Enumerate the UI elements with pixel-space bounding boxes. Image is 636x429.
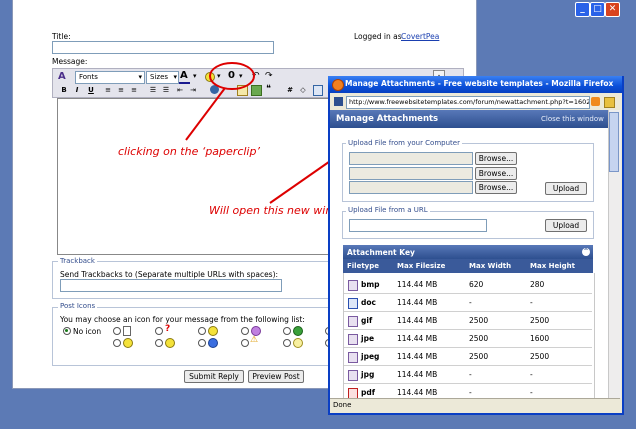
height-cell: - — [530, 298, 533, 307]
width-cell: 620 — [469, 280, 484, 289]
bookmark-icon[interactable] — [604, 97, 615, 108]
minimize-button[interactable]: _ — [575, 2, 590, 17]
width-cell: 2500 — [469, 334, 489, 343]
filesize-cell: 114.44 MB — [397, 388, 438, 397]
column-filetype: Filetype — [347, 262, 379, 270]
filesize-cell: 114.44 MB — [397, 316, 438, 325]
maximize-button[interactable]: □ — [590, 2, 605, 17]
filetype-cell: bmp — [361, 280, 380, 289]
file-input-1[interactable] — [349, 152, 473, 165]
filesize-cell: 114.44 MB — [397, 334, 438, 343]
height-cell: 1600 — [530, 334, 550, 343]
paperclip-arrow-line — [185, 87, 226, 141]
file-type-icon — [348, 316, 358, 327]
paperclip-annotation: clicking on the ‘paperclip’ — [118, 145, 260, 158]
browse-button-2[interactable]: Browse... — [475, 167, 517, 180]
filesize-cell: 114.44 MB — [397, 370, 438, 379]
collapse-icon[interactable]: ^ — [582, 248, 590, 256]
url-upload-input[interactable] — [349, 219, 487, 232]
width-cell: - — [469, 388, 472, 397]
column-max-height: Max Height — [530, 262, 575, 270]
file-type-icon — [348, 388, 358, 398]
popup-header-title: Manage Attachments — [336, 114, 439, 124]
rss-feed-icon[interactable] — [591, 97, 600, 106]
close-window-button[interactable]: ✕ — [605, 2, 620, 17]
filetype-cell: gif — [361, 316, 373, 325]
file-type-icon — [348, 298, 358, 309]
file-type-icon — [348, 352, 358, 363]
table-row: jpg 114.44 MB - - — [344, 366, 592, 384]
file-input-3[interactable] — [349, 181, 473, 194]
status-bar — [330, 398, 620, 412]
paperclip-highlight-circle — [209, 62, 255, 90]
width-cell: - — [469, 370, 472, 379]
upload-computer-legend: Upload File from your Computer — [346, 139, 462, 147]
window-title: Manage Attachments - Free website templa… — [345, 79, 614, 88]
table-row: jpe 114.44 MB 2500 1600 — [344, 330, 592, 348]
height-cell: - — [530, 388, 533, 397]
width-cell: 2500 — [469, 352, 489, 361]
status-text: Done — [333, 401, 352, 409]
table-row: gif 114.44 MB 2500 2500 — [344, 312, 592, 330]
file-type-icon — [348, 370, 358, 381]
upload-url-legend: Upload File from a URL — [346, 206, 430, 214]
height-cell: 280 — [530, 280, 545, 289]
upload-computer-button[interactable]: Upload — [545, 182, 587, 195]
browse-button-1[interactable]: Browse... — [475, 152, 517, 165]
filetype-cell: doc — [361, 298, 376, 307]
filetype-cell: jpg — [361, 370, 375, 379]
upload-url-button[interactable]: Upload — [545, 219, 587, 232]
height-cell: - — [530, 370, 533, 379]
width-cell: - — [469, 298, 472, 307]
table-row: bmp 114.44 MB 620 280 — [344, 276, 592, 294]
url-field[interactable]: http://www.freewebsitetemplates.com/foru… — [346, 96, 590, 109]
column-max-filesize: Max Filesize — [397, 262, 446, 270]
table-row: jpeg 114.44 MB 2500 2500 — [344, 348, 592, 366]
table-row: pdf 114.44 MB - - — [344, 384, 592, 398]
site-favicon-icon — [334, 97, 343, 106]
attachment-key-title: Attachment Key — [347, 248, 415, 257]
scrollbar-thumb[interactable] — [609, 112, 619, 172]
filesize-cell: 114.44 MB — [397, 280, 438, 289]
filesize-cell: 114.44 MB — [397, 298, 438, 307]
filetype-cell: jpe — [361, 334, 375, 343]
table-row: doc 114.44 MB - - — [344, 294, 592, 312]
height-cell: 2500 — [530, 316, 550, 325]
file-type-icon — [348, 334, 358, 345]
width-cell: 2500 — [469, 316, 489, 325]
firefox-icon — [332, 79, 344, 91]
browse-button-3[interactable]: Browse... — [475, 181, 517, 194]
column-max-width: Max Width — [469, 262, 512, 270]
filetype-cell: pdf — [361, 388, 376, 397]
filesize-cell: 114.44 MB — [397, 352, 438, 361]
close-this-window-link[interactable]: Close this window — [541, 115, 604, 123]
filetype-cell: jpeg — [361, 352, 380, 361]
height-cell: 2500 — [530, 352, 550, 361]
file-type-icon — [348, 280, 358, 291]
file-input-2[interactable] — [349, 167, 473, 180]
